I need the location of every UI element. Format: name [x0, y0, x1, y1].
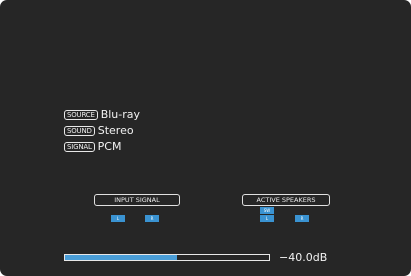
sound-value: Stereo: [97, 124, 134, 137]
osd-screen: SOURCE Blu-ray SOUND Stereo SIGNAL PCM I…: [0, 0, 411, 276]
volume-bar: [64, 254, 270, 261]
speaker-channel-l: L: [260, 215, 274, 222]
sound-row: SOUND Stereo: [64, 124, 134, 138]
sound-tag: SOUND: [64, 126, 95, 136]
speaker-channel-r: R: [295, 215, 309, 222]
volume-bar-fill: [65, 255, 178, 260]
input-channel-r: R: [145, 215, 159, 222]
volume-readout: −40.0dB: [279, 251, 328, 264]
source-row: SOURCE Blu-ray: [64, 108, 140, 122]
input-signal-label: INPUT SIGNAL: [94, 194, 180, 206]
signal-row: SIGNAL PCM: [64, 140, 121, 154]
input-channel-l: L: [111, 215, 125, 222]
signal-value: PCM: [97, 140, 122, 153]
source-value: Blu-ray: [100, 108, 141, 121]
speaker-channel-sw: SW: [260, 207, 274, 214]
signal-tag: SIGNAL: [64, 142, 95, 152]
source-tag: SOURCE: [64, 110, 98, 120]
active-speakers-label: ACTIVE SPEAKERS: [242, 194, 330, 206]
